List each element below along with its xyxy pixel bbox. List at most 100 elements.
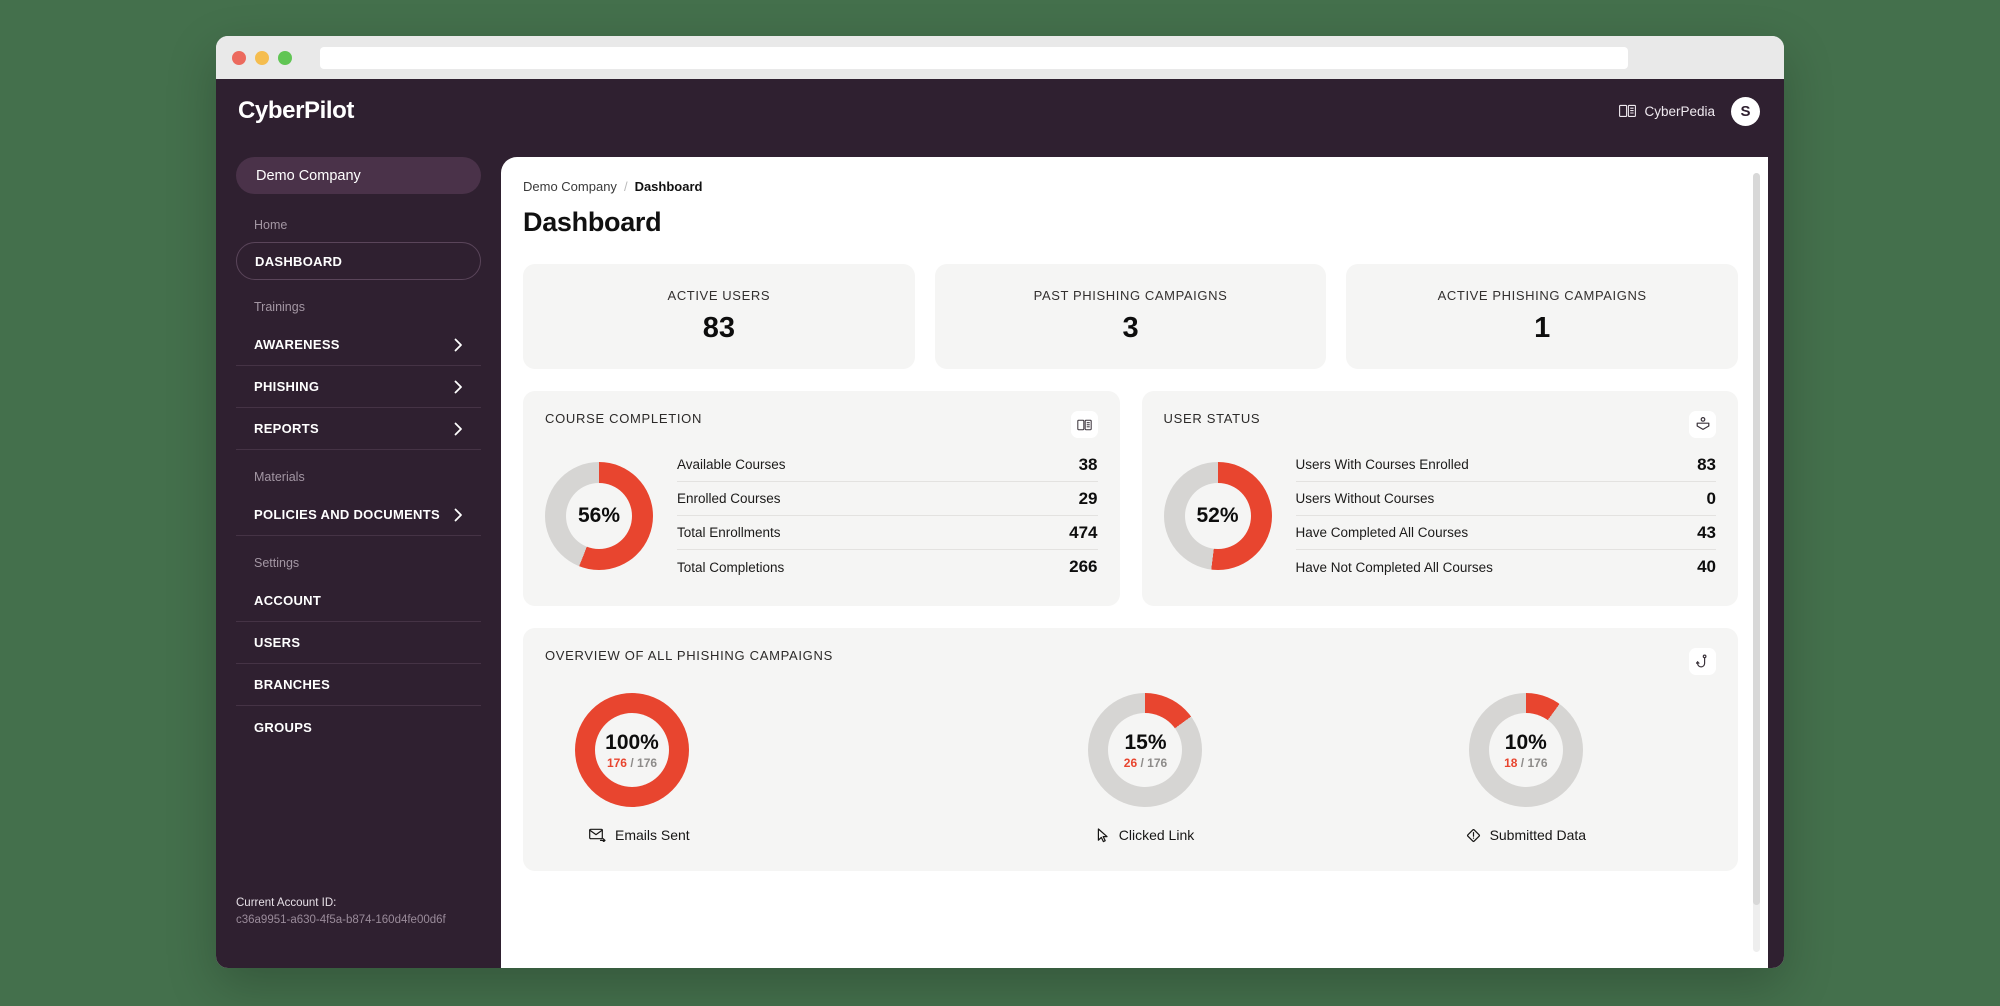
breadcrumb-separator: / <box>623 179 628 194</box>
sidebar-section-trainings: Trainings AWARENESS PHISHING REPORTS <box>236 300 481 450</box>
company-name: Demo Company <box>256 167 361 184</box>
sidebar-item-label: REPORTS <box>254 421 319 436</box>
content-scrollbar[interactable] <box>1753 173 1760 952</box>
metric-label: Clicked Link <box>1118 827 1195 843</box>
sidebar-item-branches[interactable]: BRANCHES <box>236 664 481 706</box>
donut-percent: 56% <box>577 504 621 527</box>
mail-send-icon <box>589 828 606 842</box>
stat-value: 3 <box>1122 312 1139 344</box>
sidebar-section-settings: Settings ACCOUNT USERS BRANCHES GROUPS <box>236 556 481 748</box>
sidebar-item-policies-and-documents[interactable]: POLICIES AND DOCUMENTS <box>236 494 481 536</box>
company-selector[interactable]: Demo Company <box>236 157 481 194</box>
book-icon <box>1619 104 1637 118</box>
main-content: Demo Company / Dashboard Dashboard ACTIV… <box>501 157 1768 968</box>
section-label-settings: Settings <box>254 556 300 570</box>
donut-fraction: 26 / 176 <box>1124 756 1167 770</box>
row-value: 40 <box>1697 557 1716 576</box>
cyberpedia-link[interactable]: CyberPedia <box>1619 104 1715 119</box>
section-label-trainings: Trainings <box>254 300 305 314</box>
maximize-window-button[interactable] <box>278 50 292 65</box>
app-header: CyberPilot CyberPedia S <box>216 79 1784 143</box>
donut-fraction: 176 / 176 <box>607 756 657 770</box>
panel-body: 52% Users With Courses Enrolled 83 Users… <box>1163 448 1717 584</box>
metric-label-row: Emails Sent <box>575 827 690 843</box>
row-value: 83 <box>1697 454 1716 474</box>
fraction-numerator: 176 <box>606 755 627 770</box>
panel-header: COURSE COMPLETION <box>545 411 1098 438</box>
user-status-panel: USER STATUS 52% Users With Courses Enrol… <box>1141 391 1738 606</box>
sidebar-item-label: USERS <box>254 635 301 650</box>
table-row: Total Completions 266 <box>677 550 1098 584</box>
row-label: Users With Courses Enrolled <box>1295 457 1469 472</box>
stat-card-active-phishing-campaigns[interactable]: ACTIVE PHISHING CAMPAIGNS 1 <box>1346 264 1739 369</box>
cyberpedia-label: CyberPedia <box>1644 103 1715 119</box>
stat-card-past-phishing-campaigns[interactable]: PAST PHISHING CAMPAIGNS 3 <box>934 264 1327 369</box>
fraction-separator: / <box>1520 755 1525 770</box>
sidebar-item-dashboard[interactable]: DASHBOARD <box>236 242 481 280</box>
donut-center: 56% <box>566 483 632 549</box>
sidebar-item-phishing[interactable]: PHISHING <box>236 366 481 408</box>
inbox-person-icon[interactable] <box>1689 411 1716 438</box>
donut-center: 100% 176 / 176 <box>595 713 669 787</box>
clicked-link-donut: 15% 26 / 176 <box>1088 693 1203 807</box>
warning-diamond-icon <box>1466 828 1481 843</box>
donut-center: 15% 26 / 176 <box>1108 713 1183 787</box>
metric-label-row: Submitted Data <box>1466 827 1587 843</box>
breadcrumb-root[interactable]: Demo Company <box>523 179 617 194</box>
current-account-id: Current Account ID: c36a9951-a630-4f5a-b… <box>236 897 446 926</box>
sidebar-item-reports[interactable]: REPORTS <box>236 408 481 450</box>
header-actions: CyberPedia S <box>1619 96 1760 126</box>
avatar[interactable]: S <box>1731 96 1760 126</box>
stat-cards: ACTIVE USERS 83 PAST PHISHING CAMPAIGNS … <box>523 264 1739 369</box>
row-value: 474 <box>1069 522 1098 542</box>
close-window-button[interactable] <box>232 50 246 65</box>
mid-panels: COURSE COMPLETION 56% Available Courses … <box>523 391 1738 606</box>
sidebar-item-label: DASHBOARD <box>255 253 343 269</box>
account-id-value[interactable]: c36a9951-a630-4f5a-b874-160d4fe00d6f <box>236 914 446 926</box>
sidebar-item-label: PHISHING <box>254 379 320 394</box>
row-label: Total Enrollments <box>677 525 781 540</box>
donut-percent: 15% <box>1124 730 1167 754</box>
fraction-separator: / <box>630 755 634 770</box>
sidebar-item-label: ACCOUNT <box>254 593 322 608</box>
section-label-materials: Materials <box>254 470 305 484</box>
brand-logo[interactable]: CyberPilot <box>238 97 354 125</box>
minimize-window-button[interactable] <box>255 50 269 65</box>
chevron-right-icon <box>454 380 463 394</box>
donut-percent: 100% <box>605 730 659 754</box>
sidebar-item-awareness[interactable]: AWARENESS <box>236 324 481 366</box>
emails-sent-donut: 100% 176 / 176 <box>575 693 689 807</box>
sidebar-item-groups[interactable]: GROUPS <box>236 706 481 748</box>
metric-label: Submitted Data <box>1489 827 1587 843</box>
chevron-right-icon <box>454 338 463 352</box>
sidebar-item-users[interactable]: USERS <box>236 622 481 664</box>
stat-card-active-users[interactable]: ACTIVE USERS 83 <box>523 264 915 369</box>
chevron-right-icon <box>454 422 463 436</box>
row-label: Available Courses <box>677 457 786 472</box>
account-id-label: Current Account ID: <box>236 897 337 909</box>
fish-hook-icon[interactable] <box>1689 648 1716 675</box>
table-row: Enrolled Courses 29 <box>677 482 1098 516</box>
stat-label: ACTIVE PHISHING CAMPAIGNS <box>1437 288 1647 303</box>
book-icon[interactable] <box>1070 411 1098 438</box>
content-scrollbar-thumb[interactable] <box>1753 173 1760 906</box>
breadcrumb: Demo Company / Dashboard <box>523 179 1738 194</box>
sidebar-item-account[interactable]: ACCOUNT <box>236 580 481 622</box>
row-value: 29 <box>1078 488 1098 508</box>
window-controls <box>232 50 292 65</box>
app-shell: CyberPilot CyberPedia S Demo Company Hom… <box>216 79 1784 968</box>
phishing-overview-panel: OVERVIEW OF ALL PHISHING CAMPAIGNS 100% … <box>523 628 1738 871</box>
fraction-denominator: 176 <box>637 755 658 770</box>
table-row: Total Enrollments 474 <box>677 516 1098 550</box>
chevron-right-icon <box>454 508 463 522</box>
donut-percent: 10% <box>1504 730 1547 754</box>
stat-label: ACTIVE USERS <box>667 288 771 303</box>
address-bar[interactable] <box>320 46 1628 69</box>
course-completion-rows: Available Courses 38 Enrolled Courses 29… <box>677 448 1098 584</box>
phishing-metric-emails-sent: 100% 176 / 176 Emails Sent <box>545 693 955 843</box>
table-row: Have Not Completed All Courses 40 <box>1296 550 1717 584</box>
sidebar-item-label: GROUPS <box>254 719 313 735</box>
page-title: Dashboard <box>523 207 662 237</box>
cursor-icon <box>1097 827 1110 843</box>
sidebar-section-materials: Materials POLICIES AND DOCUMENTS <box>236 470 481 536</box>
